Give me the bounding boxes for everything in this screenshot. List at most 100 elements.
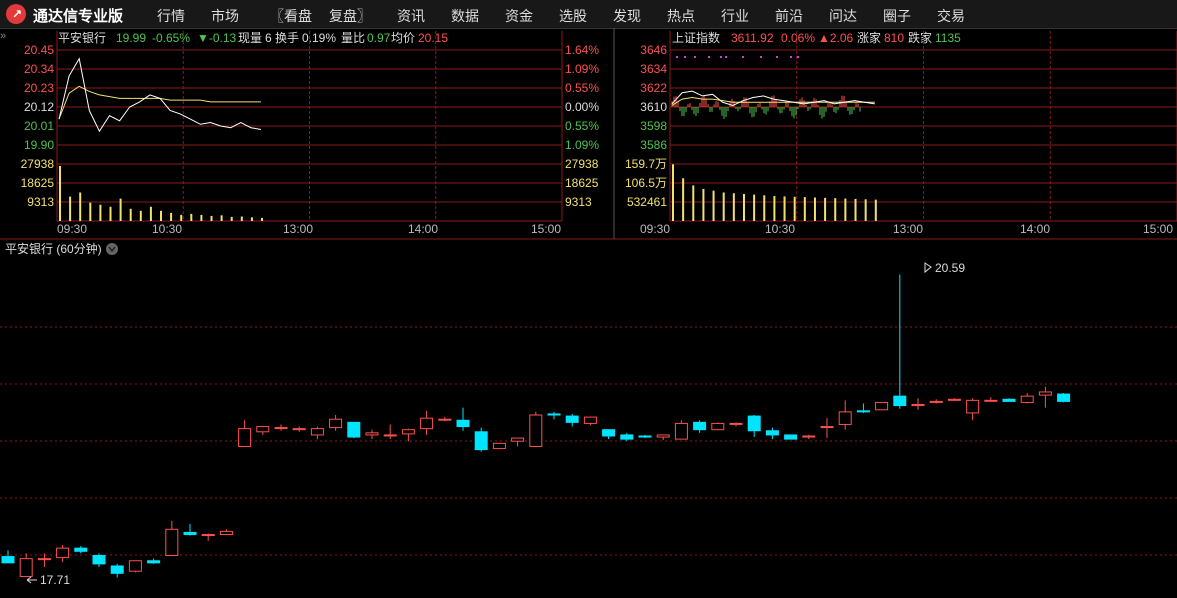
candle-body	[492, 442, 506, 450]
left-vol-tick: 9313	[27, 195, 54, 209]
left-time-tick: 15:00	[531, 222, 561, 236]
candle-body	[56, 547, 70, 559]
candle-body	[1002, 398, 1016, 402]
candle-body	[256, 426, 270, 433]
market-dot	[676, 56, 678, 58]
right-vol-tick: 106.5万	[625, 176, 667, 190]
left-pct-tick: 0.55%	[565, 81, 599, 95]
left-pct-tick: 1.09%	[565, 138, 599, 152]
left-time-tick: 10:30	[152, 222, 182, 236]
kline-low-label: 17.71	[40, 573, 70, 587]
right-vol-tick: 532461	[627, 195, 667, 209]
candle-body	[238, 428, 252, 447]
candle-body	[529, 414, 543, 447]
volume-bar	[742, 193, 745, 221]
candle-body	[838, 411, 852, 425]
menu-hangye[interactable]: 行业	[721, 6, 749, 26]
candle-body	[365, 432, 379, 436]
volume-bar	[200, 214, 203, 221]
volume-bar	[783, 196, 786, 221]
volume-bar	[824, 197, 827, 221]
menu-faxian[interactable]: 发现	[613, 6, 641, 26]
left-intraday-grid	[56, 31, 563, 222]
candle-body	[565, 415, 579, 423]
menu-shichang[interactable]: 市场	[211, 6, 239, 26]
kline-dropdown-icon[interactable]	[106, 243, 118, 255]
left-time-tick: 13:00	[283, 222, 313, 236]
menu-xuangu[interactable]: 选股	[559, 6, 587, 26]
menu-jiaoyi[interactable]: 交易	[937, 6, 965, 26]
candle-body	[656, 434, 670, 438]
volume-bar	[773, 196, 776, 221]
candle-body	[347, 421, 361, 438]
candle-body	[401, 429, 415, 435]
candle-body	[802, 435, 816, 438]
menu-kanpan[interactable]: 〖看盘	[270, 6, 312, 26]
menu-fupan[interactable]: 复盘〗	[329, 6, 371, 26]
candle-body	[747, 415, 761, 432]
candle-body	[292, 428, 306, 431]
right-price-axis: 3646 3634 3622 3610 3598 3586 159.7万 106…	[625, 43, 667, 209]
candle-body	[966, 399, 980, 414]
candle-body	[147, 560, 161, 564]
right-price-tick: 3634	[640, 62, 667, 76]
right-intraday-grid	[669, 31, 1177, 222]
top-menu-bar: ↗ 通达信专业版 行情 市场 〖看盘 复盘〗 资讯 数据 资金 选股 发现 热点…	[0, 0, 1177, 29]
menu-zijin[interactable]: 资金	[505, 6, 533, 26]
menu-redian[interactable]: 热点	[667, 6, 695, 26]
left-pct-tick: 0.55%	[565, 119, 599, 133]
volume-bar	[109, 206, 112, 221]
candle-body	[474, 431, 488, 451]
collapse-arrows-icon[interactable]: »	[0, 30, 6, 42]
candle-body	[1, 556, 15, 564]
menu-wenda[interactable]: 问达	[829, 6, 857, 26]
volume-bar	[99, 204, 102, 221]
volume-bar	[190, 213, 193, 221]
menu-zixun[interactable]: 资讯	[397, 6, 425, 26]
volume-bar	[59, 166, 61, 221]
candle-body	[456, 419, 470, 428]
left-price-tick: 20.12	[24, 100, 54, 114]
left-vol-tick: 9313	[565, 195, 592, 209]
candle-body	[893, 395, 907, 407]
volume-bar	[712, 190, 715, 221]
volume-bar	[702, 188, 705, 221]
volume-bar	[844, 198, 847, 221]
candle-body	[729, 422, 743, 425]
left-price-tick: 19.90	[24, 138, 54, 152]
candle-body	[1057, 393, 1071, 402]
app-logo-icon[interactable]: ↗	[6, 4, 26, 24]
candle-body	[420, 417, 434, 430]
market-dot	[797, 56, 799, 58]
volume-bar	[803, 197, 806, 221]
volume-bar	[160, 210, 162, 221]
left-vol-tick: 27938	[21, 157, 55, 171]
volume-bar	[69, 196, 72, 221]
candle-body	[274, 427, 288, 430]
candle-body	[693, 421, 707, 431]
left-percent-axis: 1.64% 1.09% 0.55% 0.00% 0.55% 1.09% 2793…	[565, 43, 599, 209]
volume-bar	[261, 217, 263, 221]
menu-shuju[interactable]: 数据	[451, 6, 479, 26]
volume-bar	[129, 208, 132, 221]
candle-body	[19, 558, 33, 577]
candle-body	[92, 555, 106, 565]
candle-body	[583, 416, 597, 424]
right-time-axis: 09:30 10:30 13:00 14:00 15:00	[640, 222, 1173, 236]
left-pct-tick: 1.09%	[565, 62, 599, 76]
market-dot	[760, 56, 762, 58]
menu-qianyan[interactable]: 前沿	[775, 6, 803, 26]
candle-body	[110, 565, 124, 574]
volume-bar	[220, 215, 223, 221]
left-vol-tick: 27938	[565, 157, 599, 171]
kline-title: 平安银行 (60分钟)	[5, 241, 102, 256]
volume-bar	[230, 216, 233, 221]
volume-bar	[864, 199, 867, 221]
menu-hangqing[interactable]: 行情	[157, 6, 185, 26]
menu-quanzi[interactable]: 圈子	[883, 6, 911, 26]
market-dot	[790, 56, 792, 58]
left-avg-price-line	[58, 85, 261, 120]
volume-bar	[170, 212, 173, 221]
candle-body	[784, 434, 798, 440]
candle-body	[329, 418, 343, 429]
